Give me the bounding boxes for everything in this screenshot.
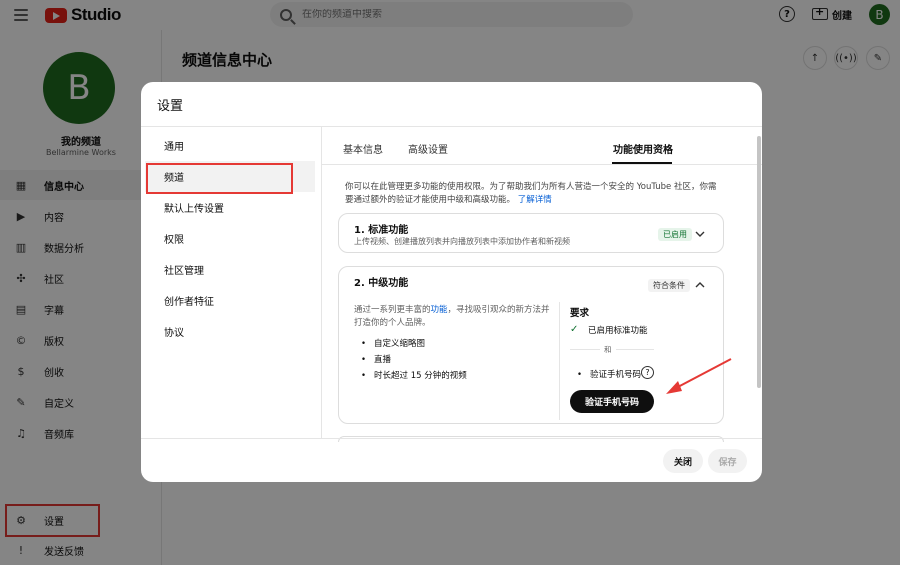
chevron-up-icon[interactable]	[694, 279, 706, 291]
intro-line-1: 你可以在此管理更多功能的使用权限。为了帮助我们为所有人营造一个安全的 YouTu…	[345, 182, 717, 192]
help-icon[interactable]: ?	[641, 366, 654, 379]
verify-phone-button[interactable]: 验证手机号码	[570, 390, 654, 413]
learn-more-link[interactable]: 了解详情	[518, 195, 552, 205]
tab-advanced-settings[interactable]: 高级设置	[408, 141, 448, 156]
scrollbar[interactable]	[757, 130, 761, 434]
divider	[141, 438, 762, 439]
settings-dialog: 设置 通用 频道 默认上传设置 权限 社区管理 创作者特征 协议 基本信息 高级…	[141, 82, 762, 482]
features-link[interactable]: 功能	[431, 305, 448, 315]
settings-nav-community[interactable]: 社区管理	[145, 254, 315, 285]
save-button[interactable]: 保存	[708, 449, 747, 473]
settings-tabs: 基本信息 高级设置 功能使用资格	[322, 127, 762, 165]
intro-line-2: 要通过额外的验证才能使用中级和高级功能。	[345, 195, 516, 205]
tab-feature-eligibility[interactable]: 功能使用资格	[613, 141, 673, 156]
list-item: 自定义缩略图	[361, 337, 425, 349]
intermediate-features-title: 2. 中级功能	[354, 278, 409, 289]
check-icon: ✓	[570, 324, 579, 335]
scrollbar-thumb[interactable]	[757, 136, 761, 388]
desc-text: 通过一系列更丰富的	[354, 305, 431, 315]
requirement-standard-enabled: 已启用标准功能	[588, 326, 648, 336]
and-separator: 和	[600, 344, 616, 355]
requirements-title: 要求	[570, 308, 590, 319]
settings-nav-upload-defaults[interactable]: 默认上传设置	[145, 192, 315, 223]
dialog-title: 设置	[157, 99, 184, 114]
standard-features-card[interactable]: 1. 标准功能 上传视频、创建播放列表并向播放列表中添加协作者和新视频 已启用	[338, 213, 724, 253]
settings-nav-creator-traits[interactable]: 创作者特征	[145, 285, 315, 316]
chevron-down-icon[interactable]	[694, 228, 706, 240]
channel-highlight-box	[146, 163, 293, 194]
eligible-badge: 符合条件	[648, 279, 690, 292]
settings-nav-permissions[interactable]: 权限	[145, 223, 315, 254]
requirement-verify-phone: 验证手机号码	[577, 368, 641, 380]
divider	[321, 126, 322, 438]
list-item: 时长超过 15 分钟的视频	[361, 369, 467, 381]
intermediate-features-desc: 通过一系列更丰富的功能，寻找吸引观众的新方法并打造你的个人品牌。	[354, 304, 554, 330]
settings-nav-agreements[interactable]: 协议	[145, 316, 315, 347]
close-button[interactable]: 关闭	[663, 449, 703, 473]
standard-features-desc: 上传视频、创建播放列表并向播放列表中添加协作者和新视频	[354, 237, 570, 246]
advanced-features-card	[338, 436, 724, 442]
settings-nav-general[interactable]: 通用	[145, 130, 315, 161]
eligibility-intro: 你可以在此管理更多功能的使用权限。为了帮助我们为所有人营造一个安全的 YouTu…	[345, 181, 721, 207]
enabled-badge: 已启用	[658, 228, 692, 241]
list-item: 直播	[361, 353, 391, 365]
tab-basic-info[interactable]: 基本信息	[343, 141, 383, 156]
divider	[559, 302, 560, 420]
active-tab-indicator	[612, 162, 672, 164]
standard-features-title: 1. 标准功能	[354, 225, 409, 236]
intermediate-features-card: 2. 中级功能 符合条件 通过一系列更丰富的功能，寻找吸引观众的新方法并打造你的…	[338, 266, 724, 424]
